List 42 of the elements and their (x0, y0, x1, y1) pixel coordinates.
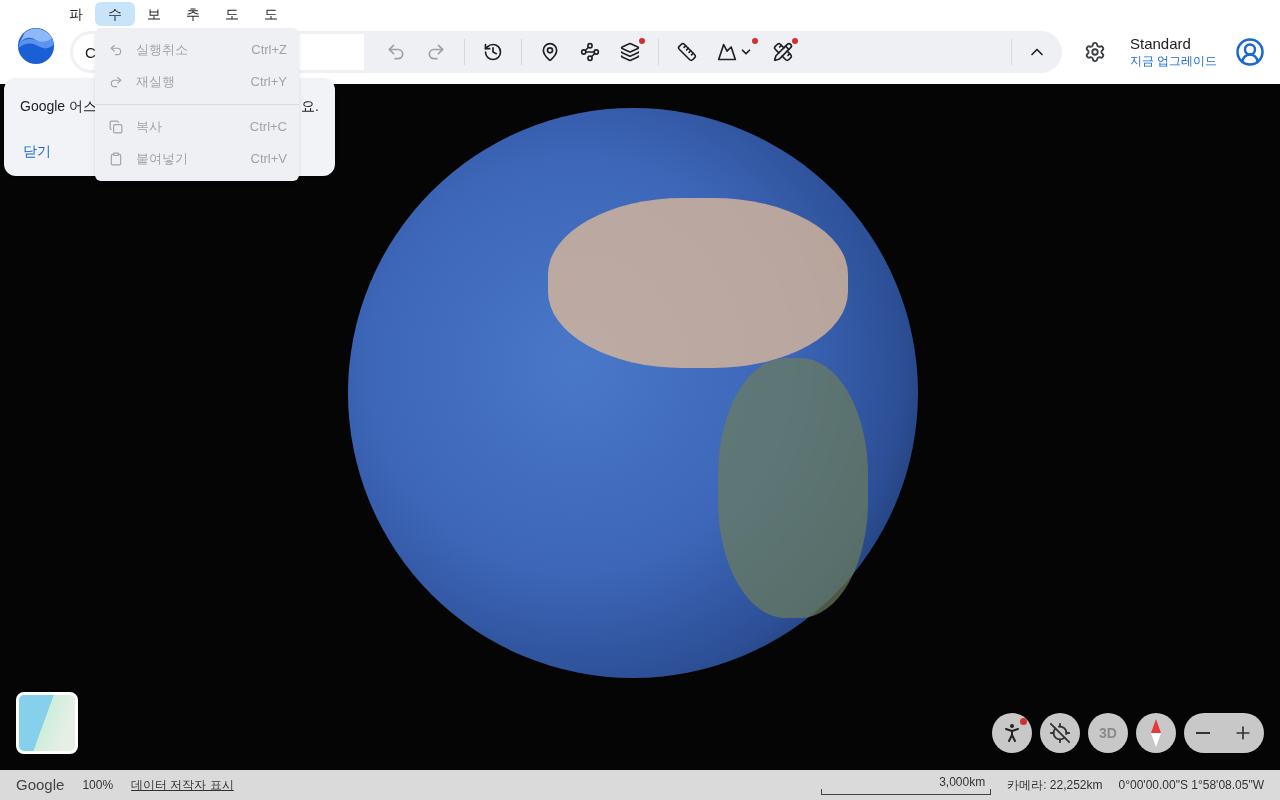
scale-label: 3,000km (939, 775, 986, 789)
street-view-button[interactable] (992, 713, 1032, 753)
attribution-link[interactable]: 데이터 저작자 표시 (131, 776, 234, 794)
account-button[interactable] (1235, 37, 1266, 67)
settings-button[interactable] (1084, 41, 1106, 63)
mountain-icon (717, 42, 737, 62)
pencil-ruler-icon (773, 42, 793, 62)
menu-bar-item[interactable]: 도 (251, 2, 291, 26)
upgrade-link[interactable]: 지금 업그레이드 (1130, 53, 1218, 69)
ruler-icon (677, 42, 697, 62)
app-logo-icon[interactable] (17, 27, 55, 65)
minus-icon (1195, 732, 1210, 734)
tip-text: Google 어스 (20, 97, 98, 116)
plan-name: Standard (1130, 35, 1192, 53)
map-pin-icon (540, 42, 560, 62)
history-icon (483, 42, 503, 62)
google-brand: Google (16, 774, 65, 795)
account-icon (1235, 37, 1266, 67)
menu-bar-item[interactable]: 추 (173, 2, 213, 26)
minimap-thumbnail[interactable] (16, 692, 78, 754)
settings-icon (1084, 41, 1106, 63)
tip-text: 요. (301, 97, 319, 116)
location-off-icon (1049, 722, 1071, 744)
menu-bar-item[interactable]: 수 (95, 2, 135, 26)
undo-icon (386, 42, 406, 62)
compass-button[interactable] (1136, 713, 1176, 753)
close-button[interactable]: 닫기 (20, 141, 54, 162)
menu-bar-item[interactable]: 파 (56, 2, 96, 26)
zoom-level: 100% (82, 777, 114, 794)
coordinates: 0°00'00.00"S 1°58'08.05"W (1118, 777, 1264, 794)
redo-icon (109, 75, 123, 89)
undo-icon (109, 43, 123, 57)
menu-bar-item[interactable]: 보 (134, 2, 174, 26)
clipboard-icon (109, 152, 123, 166)
location-button[interactable] (1040, 713, 1080, 753)
path-icon (580, 42, 600, 62)
layers-icon (620, 42, 640, 62)
copy-icon (109, 120, 123, 134)
menu-bar-item[interactable]: 도 (212, 2, 252, 26)
compass-icon (1151, 719, 1161, 747)
camera-altitude: 카메라: 22,252km (1007, 777, 1103, 794)
redo-icon (426, 42, 446, 62)
